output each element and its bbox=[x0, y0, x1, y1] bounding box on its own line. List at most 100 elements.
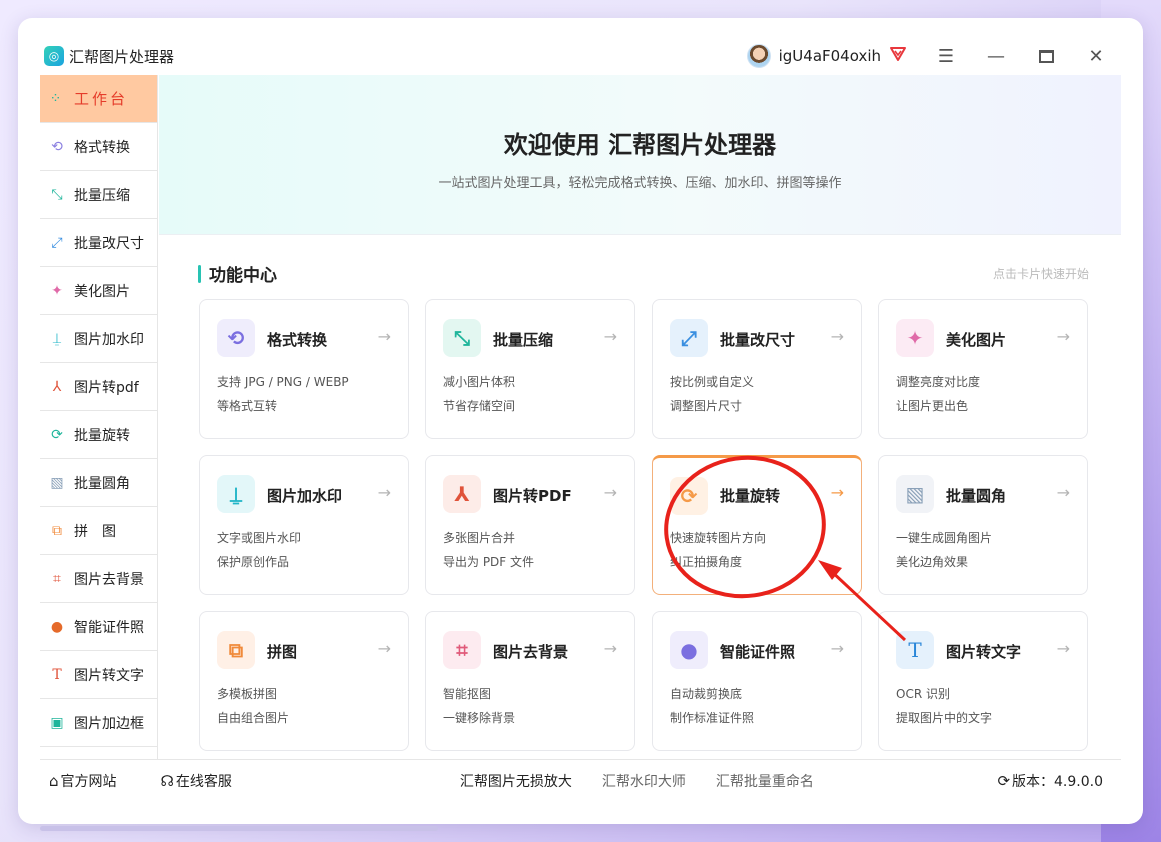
product-link-rename[interactable]: 汇帮批量重命名 bbox=[716, 771, 814, 791]
frame-icon: ▣ bbox=[50, 714, 64, 731]
watermark-icon: ⍊ bbox=[217, 475, 255, 513]
sidebar-item-label: 美化图片 bbox=[74, 283, 130, 300]
rotate-icon: ⟳ bbox=[51, 426, 63, 443]
sidebar-item-compress[interactable]: ⤡ 批量压缩 bbox=[40, 171, 157, 219]
official-site-link[interactable]: ⌂ 官方网站 bbox=[49, 771, 117, 791]
sidebar-item-to-pdf[interactable]: ⅄ 图片转pdf bbox=[40, 363, 157, 411]
sidebar-item-format-convert[interactable]: ⟲ 格式转换 bbox=[40, 123, 157, 171]
sidebar-item-label: 批量旋转 bbox=[74, 427, 130, 444]
watermark-icon: ⍊ bbox=[52, 330, 62, 347]
page-subtitle: 一站式图片处理工具，轻松完成格式转换、压缩、加水印、拼图等操作 bbox=[438, 175, 842, 191]
card-compress[interactable]: ⤡ 批量压缩 → 减小图片体积 节省存储空间 bbox=[425, 299, 635, 439]
card-desc: 自动裁剪换底 bbox=[670, 687, 743, 701]
card-desc: 纠正拍摄角度 bbox=[670, 555, 743, 569]
sidebar-item-id-photo[interactable]: ● 智能证件照 bbox=[40, 603, 157, 651]
sidebar-item-ocr[interactable]: T 图片转文字 bbox=[40, 651, 157, 699]
card-desc: 美化边角效果 bbox=[896, 555, 969, 569]
footer-bar: ⌂ 官方网站 ☊ 在线客服 汇帮图片无损放大 汇帮水印大师 汇帮批量重命名 ⟳ … bbox=[40, 759, 1121, 801]
arrow-right-icon: → bbox=[603, 327, 617, 346]
horizontal-scrollbar[interactable] bbox=[40, 826, 438, 831]
card-desc: 让图片更出色 bbox=[896, 399, 969, 413]
vip-badge-icon[interactable] bbox=[889, 46, 907, 66]
avatar[interactable] bbox=[746, 44, 771, 68]
card-puzzle[interactable]: ⧉ 拼图 → 多模板拼图 自由组合图片 bbox=[199, 611, 409, 751]
card-title: 美化图片 bbox=[946, 331, 1007, 349]
arrow-right-icon: → bbox=[830, 327, 844, 346]
crop-icon: ⌗ bbox=[443, 631, 481, 669]
pdf-icon: ⅄ bbox=[443, 475, 481, 513]
page-title: 欢迎使用 汇帮图片处理器 bbox=[503, 130, 777, 159]
pdf-icon: ⅄ bbox=[52, 378, 62, 395]
main-content: 欢迎使用 汇帮图片处理器 一站式图片处理工具，轻松完成格式转换、压缩、加水印、拼… bbox=[159, 75, 1121, 759]
beautify-icon: ✦ bbox=[51, 282, 63, 299]
sidebar-item-label: 图片转pdf bbox=[74, 379, 139, 396]
sidebar-item-watermark[interactable]: ⍊ 图片加水印 bbox=[40, 315, 157, 363]
refresh-icon[interactable]: ⟳ bbox=[997, 772, 1010, 790]
sidebar-item-beautify[interactable]: ✦ 美化图片 bbox=[40, 267, 157, 315]
resize-icon: ⤢ bbox=[670, 319, 708, 357]
card-remove-bg[interactable]: ⌗ 图片去背景 → 智能抠图 一键移除背景 bbox=[425, 611, 635, 751]
minimize-icon[interactable]: — bbox=[971, 37, 1021, 75]
sidebar-item-puzzle[interactable]: ⧉ 拼 图 bbox=[40, 507, 157, 555]
username[interactable]: igU4aF04oxih bbox=[779, 47, 881, 65]
convert-icon: ⟲ bbox=[217, 319, 255, 357]
headset-icon: ☊ bbox=[160, 771, 174, 790]
card-desc: 支持 JPG / PNG / WEBP bbox=[217, 375, 349, 389]
card-desc: 保护原创作品 bbox=[217, 555, 290, 569]
app-window: ◎ 汇帮图片处理器 igU4aF04oxih ☰ — ✕ ⁘ 工作台 ⟲ 格式转… bbox=[40, 37, 1121, 801]
card-rotate[interactable]: ⟳ 批量旋转 → 快速旋转图片方向 纠正拍摄角度 bbox=[652, 455, 862, 595]
card-format-convert[interactable]: ⟲ 格式转换 → 支持 JPG / PNG / WEBP 等格式互转 bbox=[199, 299, 409, 439]
rotate-icon: ⟳ bbox=[670, 477, 708, 515]
card-title: 智能证件照 bbox=[720, 643, 796, 661]
version-label: 版本：4.9.0.0 bbox=[1012, 773, 1103, 790]
sidebar-item-remove-bg[interactable]: ⌗ 图片去背景 bbox=[40, 555, 157, 603]
grid-icon: ⁘ bbox=[49, 90, 65, 107]
sidebar-item-label: 工作台 bbox=[74, 90, 129, 108]
card-beautify[interactable]: ✦ 美化图片 → 调整亮度对比度 让图片更出色 bbox=[878, 299, 1088, 439]
card-desc: 等格式互转 bbox=[217, 399, 278, 413]
sidebar-item-label: 图片加边框 bbox=[74, 715, 144, 732]
official-site-label: 官方网站 bbox=[60, 773, 117, 790]
sidebar-item-label: 图片去背景 bbox=[74, 571, 144, 588]
card-resize[interactable]: ⤢ 批量改尺寸 → 按比例或自定义 调整图片尺寸 bbox=[652, 299, 862, 439]
sidebar-item-frame[interactable]: ▣ 图片加边框 bbox=[40, 699, 157, 747]
sidebar-item-rounded-corner[interactable]: ▧ 批量圆角 bbox=[40, 459, 157, 507]
card-ocr[interactable]: T 图片转文字 → OCR 识别 提取图片中的文字 bbox=[878, 611, 1088, 751]
card-watermark[interactable]: ⍊ 图片加水印 → 文字或图片水印 保护原创作品 bbox=[199, 455, 409, 595]
card-rounded-corner[interactable]: ▧ 批量圆角 → 一键生成圆角图片 美化边角效果 bbox=[878, 455, 1088, 595]
rounded-corner-icon: ▧ bbox=[896, 475, 934, 513]
compress-icon: ⤡ bbox=[51, 186, 63, 203]
maximize-icon[interactable] bbox=[1021, 37, 1071, 75]
app-title: 汇帮图片处理器 bbox=[69, 47, 175, 66]
sidebar-item-workbench[interactable]: ⁘ 工作台 bbox=[40, 75, 157, 123]
card-to-pdf[interactable]: ⅄ 图片转PDF → 多张图片合并 导出为 PDF 文件 bbox=[425, 455, 635, 595]
arrow-right-icon: → bbox=[1056, 327, 1070, 346]
card-desc: 智能抠图 bbox=[443, 687, 492, 701]
sidebar-item-resize[interactable]: ⤢ 批量改尺寸 bbox=[40, 219, 157, 267]
menu-icon[interactable]: ☰ bbox=[921, 37, 971, 75]
sidebar-item-label: 格式转换 bbox=[74, 139, 130, 156]
product-link-upscale[interactable]: 汇帮图片无损放大 bbox=[460, 771, 572, 791]
close-icon[interactable]: ✕ bbox=[1071, 37, 1121, 75]
arrow-right-icon: → bbox=[603, 483, 617, 502]
section-hint: 点击卡片快速开始 bbox=[992, 267, 1089, 281]
card-desc: 调整图片尺寸 bbox=[670, 399, 743, 413]
card-desc: 自由组合图片 bbox=[217, 711, 290, 725]
online-service-label: 在线客服 bbox=[175, 773, 232, 790]
card-title: 批量圆角 bbox=[946, 487, 1007, 505]
card-id-photo[interactable]: ● 智能证件照 → 自动裁剪换底 制作标准证件照 bbox=[652, 611, 862, 751]
card-desc: 多模板拼图 bbox=[217, 687, 278, 701]
sidebar-item-label: 图片加水印 bbox=[74, 331, 144, 348]
section-header: 功能中心 bbox=[198, 261, 277, 286]
sidebar: ⁘ 工作台 ⟲ 格式转换 ⤡ 批量压缩 ⤢ 批量改尺寸 ✦ 美化图片 ⍊ 图片加… bbox=[40, 75, 158, 759]
person-icon: ● bbox=[50, 618, 64, 635]
card-title: 批量改尺寸 bbox=[720, 331, 796, 349]
arrow-right-icon: → bbox=[830, 639, 844, 658]
sidebar-item-rotate[interactable]: ⟳ 批量旋转 bbox=[40, 411, 157, 459]
card-title: 批量旋转 bbox=[720, 487, 781, 505]
card-title: 批量压缩 bbox=[493, 331, 554, 349]
product-link-watermark[interactable]: 汇帮水印大师 bbox=[602, 771, 686, 791]
text-icon: T bbox=[52, 666, 62, 683]
online-service-link[interactable]: ☊ 在线客服 bbox=[161, 771, 232, 791]
puzzle-icon: ⧉ bbox=[52, 522, 62, 539]
